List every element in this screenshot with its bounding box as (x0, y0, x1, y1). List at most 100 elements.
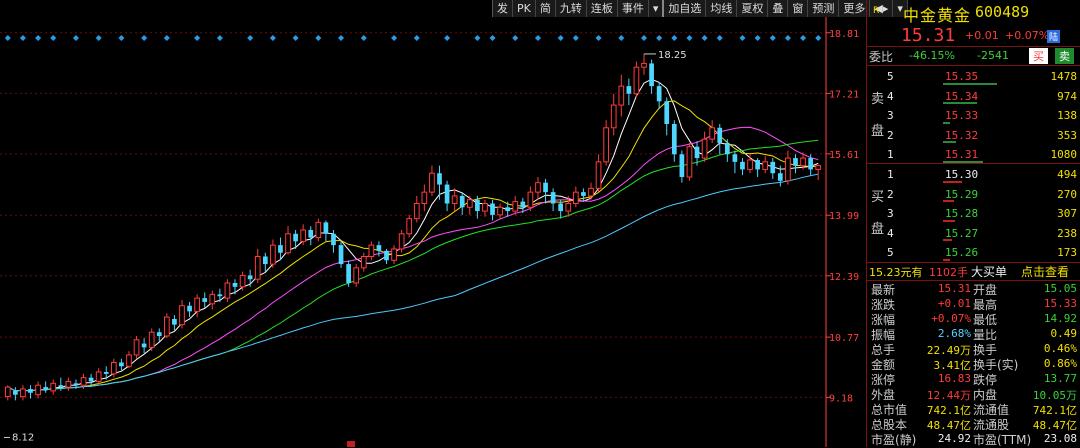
level-number: 1 (887, 168, 894, 181)
level-volume: 307 (1057, 207, 1077, 221)
quote-value: 2.68% (937, 327, 971, 340)
candle-body-up (527, 191, 534, 208)
view-big-order-link[interactable]: 点击查看 (1021, 263, 1069, 280)
bid-level-1[interactable]: 1 15.30 494 (867, 164, 1080, 184)
event-marker (360, 35, 367, 41)
weibi-row: 委比 -46.15% -2541 买 卖 (867, 47, 1080, 65)
kline-chart[interactable]: 18.25 8.12 18.81 17.21 15.61 13.99 12.39 10.77… (0, 0, 866, 447)
candle-body-down (217, 294, 223, 297)
bid-level-2[interactable]: 2 15.29 270 (867, 184, 1080, 204)
candle-body-up (133, 339, 140, 356)
event-marker (815, 35, 822, 41)
level-price: 15.31 (945, 148, 979, 162)
bid-level-5[interactable]: 5 15.26 173 (867, 242, 1080, 262)
toolbar-item[interactable]: 夏权 (737, 0, 769, 17)
quote-row: 市盈(静) 24.92 市盈(TTM) 23.08 (867, 431, 1080, 447)
quote-value: 0.49 (1050, 327, 1078, 340)
event-marker (754, 35, 761, 41)
level-price: 15.30 (945, 168, 979, 181)
toolbar-item[interactable]: 预测 (808, 0, 840, 17)
candle-body-up (535, 182, 541, 193)
toolbar-item[interactable]: 事件 (618, 0, 649, 17)
bid-level-3[interactable]: 3 15.28 307 (867, 203, 1080, 223)
event-marker (292, 35, 299, 41)
event-marker (671, 35, 678, 41)
candle-body-up (482, 203, 488, 212)
level-volume-bar (943, 102, 977, 105)
candle-body-up (497, 206, 503, 216)
candle-body-up (80, 377, 87, 386)
candle-body-up (126, 354, 132, 367)
quote-label: 市盈(静) (871, 433, 917, 447)
buy-button[interactable]: 买 (1029, 48, 1048, 64)
ask-level-4[interactable]: 4 15.34 974 (867, 86, 1080, 106)
toolbar-item[interactable]: 加自选 (664, 0, 707, 17)
event-marker (35, 35, 42, 41)
candle-body-down (346, 264, 351, 283)
event-marker (641, 35, 648, 41)
level-price: 15.28 (945, 207, 979, 221)
bid-level-4[interactable]: 4 15.27 238 (867, 223, 1080, 243)
toolbar-item[interactable]: 九转 (556, 0, 587, 17)
candle-body-up (315, 221, 322, 239)
candle-body-up (565, 203, 572, 212)
level-number: 2 (887, 128, 894, 142)
quote-value: 24.92 (937, 432, 971, 445)
quote-value: +0.07% (931, 312, 971, 325)
ask-level-3[interactable]: 3 15.33 138 (867, 105, 1080, 125)
toolbar-item[interactable]: 发 (493, 0, 513, 17)
quote-row: 涨幅 +0.07% 最低 14.92 (867, 311, 1080, 327)
candle-body-down (656, 86, 662, 102)
toolbar-item[interactable]: 连板 (587, 0, 618, 17)
candle-body-up (194, 297, 200, 312)
axis-tick-label: 13.99 (829, 211, 859, 222)
kline-chart-area[interactable]: 18.25 8.12 18.81 17.21 15.61 13.99 12.39 10.77… (0, 0, 908, 447)
toolbar-item[interactable]: ▾ (649, 0, 665, 17)
level-price: 15.34 (945, 89, 979, 103)
toolbar-item[interactable]: 简 (536, 0, 556, 17)
quote-value: 15.05 (1043, 282, 1077, 295)
high-label: 18.25 (658, 50, 687, 61)
candle-body-up (163, 316, 170, 337)
toolbar-item[interactable]: 叠 (768, 0, 789, 17)
event-marker (338, 35, 345, 41)
event-marker (315, 35, 322, 41)
toolbar-item[interactable]: 均线 (706, 0, 738, 17)
level-volume-bar (943, 121, 950, 124)
level-volume-bar (943, 239, 953, 242)
event-marker (800, 35, 807, 41)
candle-body-up (65, 380, 72, 388)
level-volume: 974 (1057, 89, 1077, 103)
candle-body-up (762, 161, 769, 170)
quote-row: 总股本 48.47亿 流通股 48.47亿 (867, 416, 1080, 432)
candle-body-down (13, 390, 18, 395)
quote-row: 涨停 16.83 跌停 13.77 (867, 371, 1080, 387)
candle-body-up (239, 274, 246, 288)
event-marker (216, 35, 223, 41)
candle-body-up (466, 199, 473, 208)
quote-row: 金额 3.41亿 换手(实) 0.86% (867, 356, 1080, 372)
event-marker (557, 35, 564, 41)
event-marker (618, 35, 625, 41)
sell-button[interactable]: 卖 (1055, 48, 1074, 64)
event-marker (784, 35, 791, 41)
ask-level-2[interactable]: 2 15.32 353 (867, 125, 1080, 145)
candle-body-down (156, 332, 162, 336)
ask-level-1[interactable]: 1 15.31 1080 (867, 144, 1080, 164)
event-marker (656, 35, 663, 41)
candle-body-up (800, 157, 806, 167)
level-volume-bar (943, 82, 997, 85)
level-price: 15.32 (945, 128, 979, 142)
toolbar-item[interactable]: 窗 (788, 0, 809, 17)
big-order-row[interactable]: 15.23元有 1102手 大买单 点击查看 (867, 263, 1080, 280)
candle-body-up (50, 382, 57, 392)
candle-body-up (633, 66, 640, 95)
candle-body-down (732, 154, 738, 162)
candle-body-down (724, 142, 730, 155)
toolbar-item[interactable]: PK (513, 0, 536, 17)
quote-row: 总市值 742.1亿 流通值 742.1亿 (867, 401, 1080, 417)
event-marker (769, 35, 776, 41)
event-marker (141, 35, 148, 41)
ask-level-5[interactable]: 5 15.35 1478 (867, 66, 1080, 86)
level-volume: 138 (1057, 109, 1077, 123)
